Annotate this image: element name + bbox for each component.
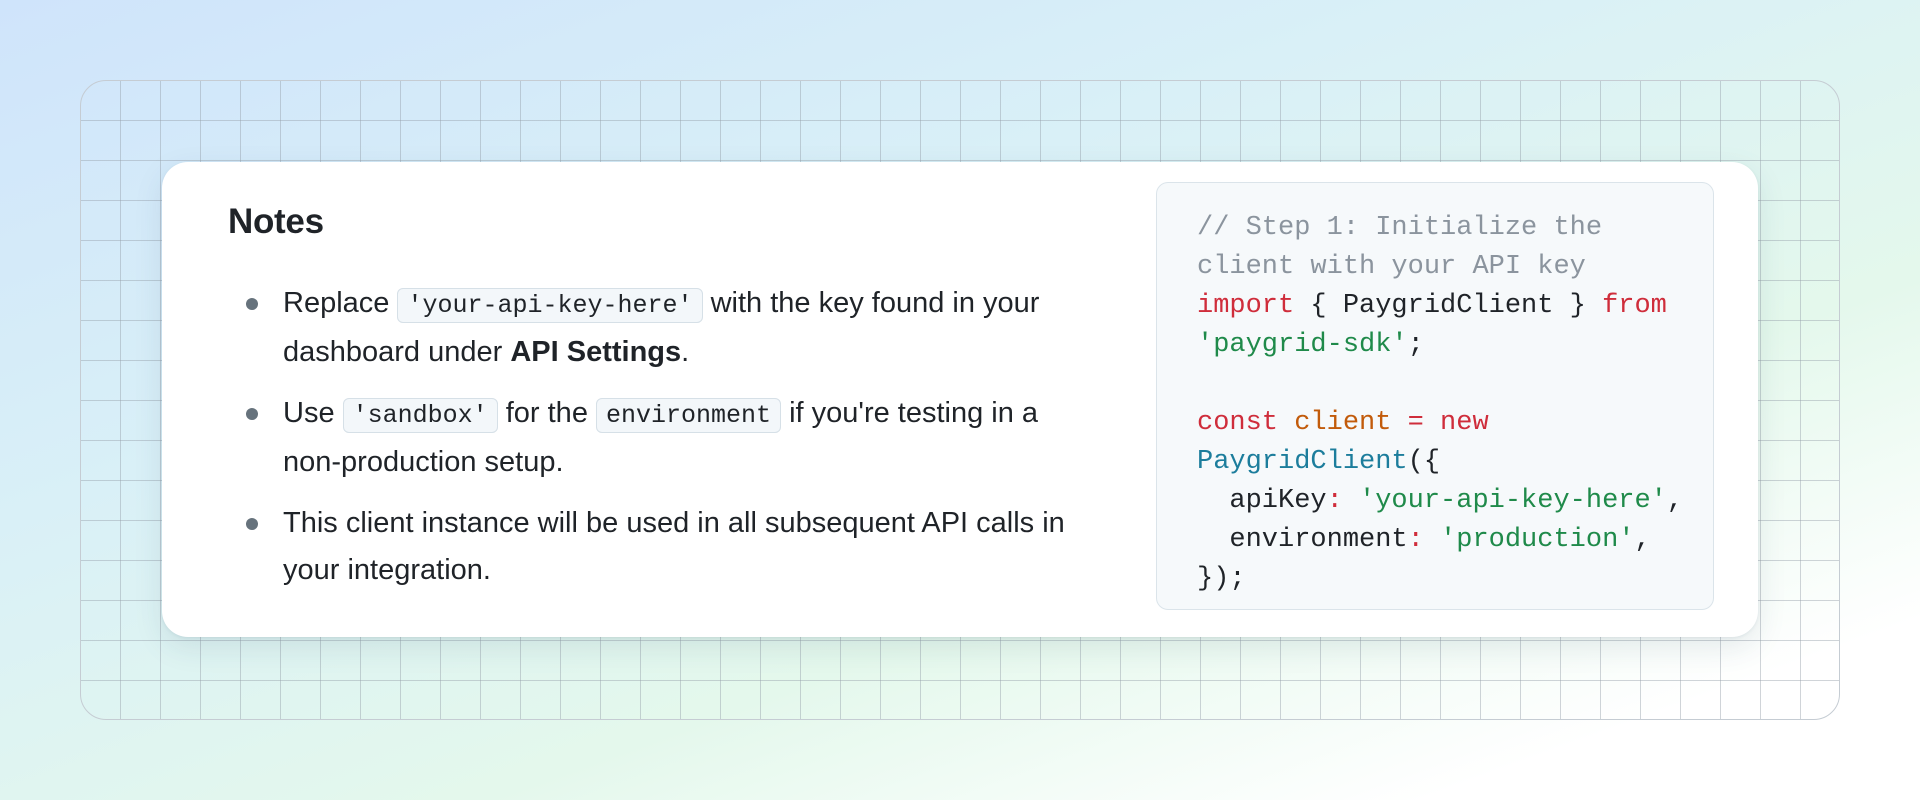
code-block[interactable]: // Step 1: Initialize the client with yo… — [1156, 182, 1714, 610]
code-keyword-import: import — [1197, 291, 1295, 321]
note-text: for the — [497, 397, 596, 429]
note-text: Use — [283, 397, 343, 429]
code-close-brace: }); — [1197, 564, 1246, 594]
note-text: This client instance will be used in all… — [283, 507, 1065, 586]
code-keyword-new: new — [1440, 408, 1489, 438]
code-value-apikey: 'your-api-key-here' — [1359, 486, 1667, 516]
code-class-name: PaygridClient — [1197, 447, 1408, 477]
notes-card: Notes Replace 'your-api-key-here' with t… — [162, 162, 1758, 637]
code-open-brace: ({ — [1407, 447, 1441, 477]
code-comment: client with your API key — [1197, 252, 1586, 282]
notes-title: Notes — [228, 202, 324, 241]
bullet-icon — [246, 298, 258, 310]
note-item-replace-key: Replace 'your-api-key-here' with the key… — [228, 280, 1088, 376]
code-variable-client: client — [1294, 408, 1392, 438]
code-keyword-from: from — [1602, 291, 1667, 321]
code-colon: : — [1326, 486, 1343, 516]
inline-code-sandbox: 'sandbox' — [342, 398, 498, 433]
bullet-icon — [246, 518, 258, 530]
code-colon: : — [1407, 525, 1424, 555]
notes-section: Notes Replace 'your-api-key-here' with t… — [228, 202, 1088, 608]
bullet-icon — [246, 408, 258, 420]
code-comma: , — [1666, 486, 1684, 516]
code-import-names: { PaygridClient } — [1294, 291, 1603, 321]
note-text: . — [681, 336, 690, 368]
note-text: Replace — [283, 287, 398, 319]
code-key-apikey: apiKey — [1197, 486, 1327, 516]
code-value-environment: 'production' — [1440, 525, 1635, 555]
code-keyword-const: const — [1197, 408, 1279, 438]
code-module-string: 'paygrid-sdk' — [1197, 330, 1408, 360]
inline-code-api-key: 'your-api-key-here' — [397, 288, 703, 323]
api-settings-label: API Settings — [510, 336, 682, 368]
note-item-sandbox: Use 'sandbox' for the environment if you… — [228, 390, 1088, 486]
note-item-client-instance: This client instance will be used in all… — [228, 500, 1088, 594]
code-semicolon: ; — [1407, 330, 1424, 360]
notes-list: Replace 'your-api-key-here' with the key… — [228, 280, 1088, 594]
inline-code-environment: environment — [596, 398, 782, 433]
code-content[interactable]: // Step 1: Initialize the client with yo… — [1197, 209, 1713, 599]
code-key-environment: environment — [1197, 525, 1408, 555]
code-comma: , — [1634, 525, 1651, 555]
code-comment: // Step 1: Initialize the — [1197, 213, 1603, 243]
code-operator-equals: = — [1407, 408, 1424, 438]
